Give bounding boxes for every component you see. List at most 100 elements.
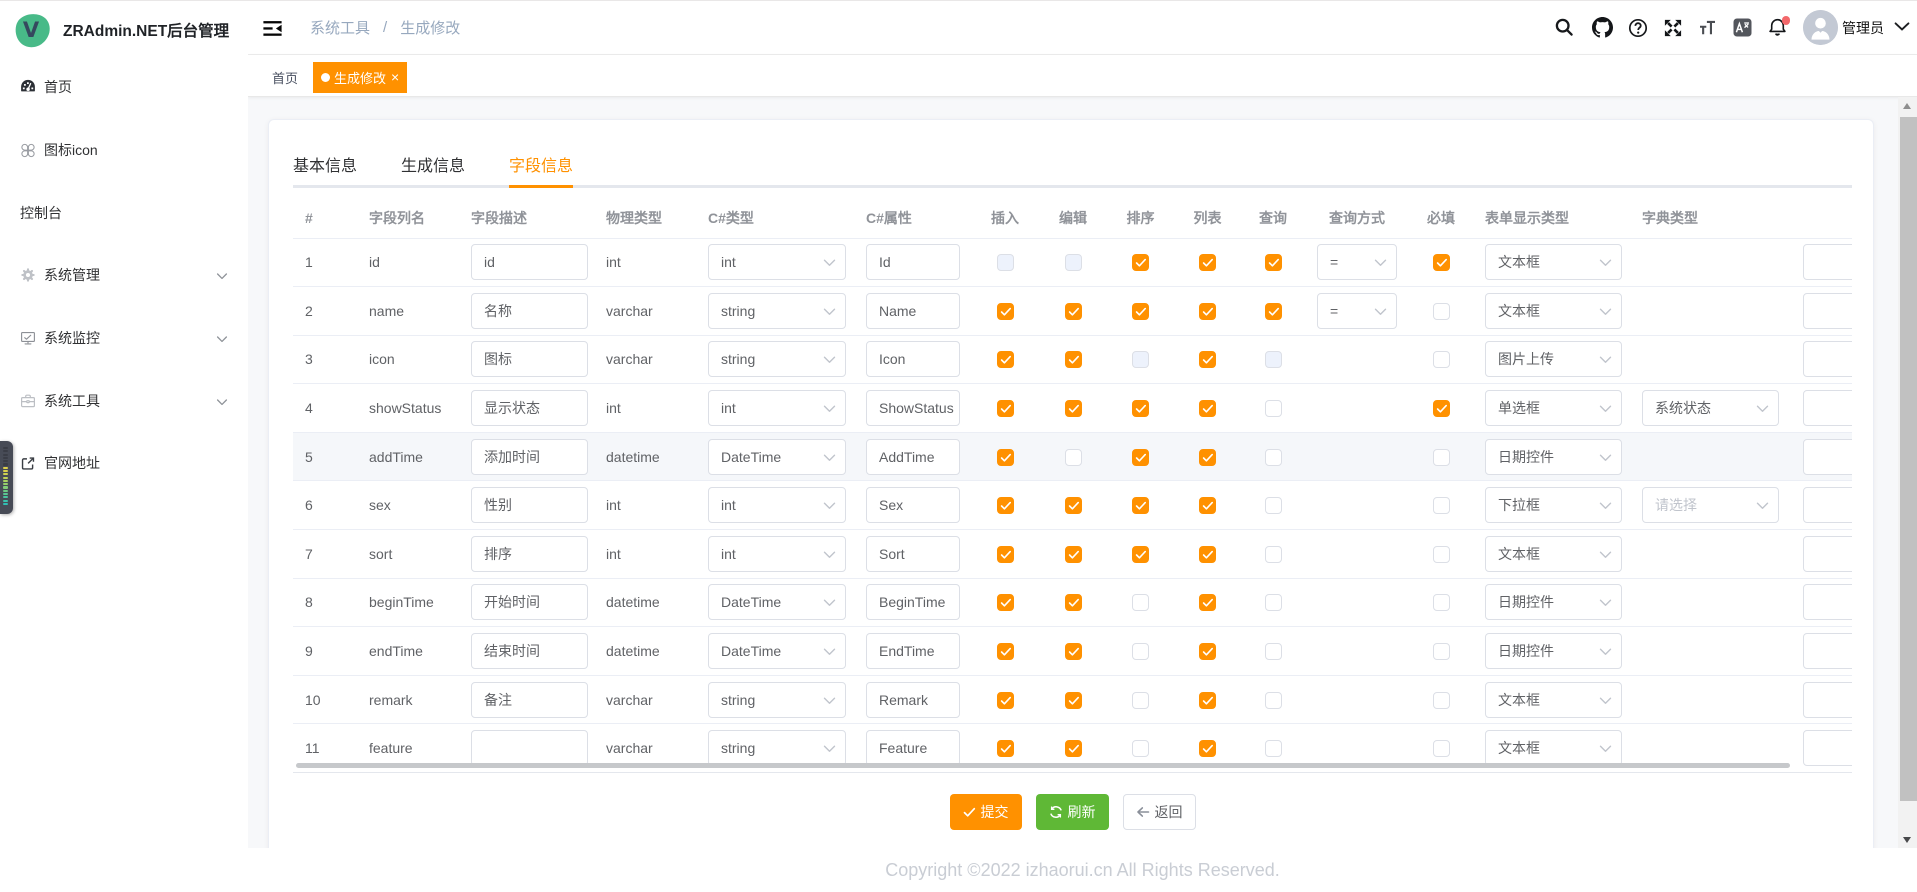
logo-row[interactable]: V ZRAdmin.NET后台管理	[0, 0, 248, 56]
help-icon[interactable]	[1620, 0, 1655, 55]
bell-icon[interactable]	[1760, 0, 1795, 55]
field-desc-input[interactable]: 图标	[471, 341, 588, 377]
insert-checkbox[interactable]	[997, 400, 1014, 417]
csharp-attr-input[interactable]: Icon	[866, 341, 960, 377]
csharp-type-select[interactable]: int	[708, 244, 846, 280]
sidebar-item-external-link[interactable]: 官网地址	[0, 432, 248, 495]
sort-checkbox[interactable]	[1132, 740, 1149, 757]
browser-extension-equalizer-widget[interactable]	[0, 441, 13, 514]
edit-checkbox[interactable]	[1065, 303, 1082, 320]
query-checkbox[interactable]	[1265, 546, 1282, 563]
edit-checkbox[interactable]	[1065, 400, 1082, 417]
remark-input[interactable]	[1803, 682, 1852, 718]
remark-input[interactable]	[1803, 293, 1852, 329]
vertical-scrollbar-thumb[interactable]	[1900, 117, 1917, 801]
list-checkbox[interactable]	[1199, 303, 1216, 320]
field-desc-input[interactable]: 备注	[471, 682, 588, 718]
query-type-select[interactable]: =	[1317, 293, 1397, 329]
translate-icon[interactable]	[1725, 0, 1760, 55]
remark-input[interactable]	[1803, 341, 1852, 377]
sort-checkbox[interactable]	[1132, 643, 1149, 660]
field-desc-input[interactable]: 排序	[471, 536, 588, 572]
field-desc-input[interactable]: 结束时间	[471, 633, 588, 669]
insert-checkbox[interactable]	[997, 546, 1014, 563]
list-checkbox[interactable]	[1199, 449, 1216, 466]
form-display-select[interactable]: 日期控件	[1485, 633, 1622, 669]
required-checkbox[interactable]	[1433, 400, 1450, 417]
form-display-select[interactable]: 下拉框	[1485, 487, 1622, 523]
avatar[interactable]	[1803, 10, 1838, 45]
edit-checkbox[interactable]	[1065, 546, 1082, 563]
required-checkbox[interactable]	[1433, 643, 1450, 660]
required-checkbox[interactable]	[1433, 594, 1450, 611]
list-checkbox[interactable]	[1199, 740, 1216, 757]
sidebar-item-gear[interactable]: 系统管理	[0, 244, 248, 307]
list-checkbox[interactable]	[1199, 351, 1216, 368]
csharp-type-select[interactable]: DateTime	[708, 584, 846, 620]
field-desc-input[interactable]: id	[471, 244, 588, 280]
form-display-select[interactable]: 单选框	[1485, 390, 1622, 426]
list-checkbox[interactable]	[1199, 594, 1216, 611]
query-checkbox[interactable]	[1265, 594, 1282, 611]
form-display-select[interactable]: 文本框	[1485, 293, 1622, 329]
csharp-attr-input[interactable]: Feature	[866, 730, 960, 766]
insert-checkbox[interactable]	[997, 254, 1014, 271]
query-checkbox[interactable]	[1265, 740, 1282, 757]
insert-checkbox[interactable]	[997, 303, 1014, 320]
field-desc-input[interactable]	[471, 730, 588, 766]
sort-checkbox[interactable]	[1132, 594, 1149, 611]
insert-checkbox[interactable]	[997, 449, 1014, 466]
field-desc-input[interactable]: 名称	[471, 293, 588, 329]
form-display-select[interactable]: 图片上传	[1485, 341, 1622, 377]
remark-input[interactable]	[1803, 244, 1852, 280]
breadcrumb-item[interactable]: 系统工具	[310, 17, 370, 38]
tag-active[interactable]: 生成修改 ×	[313, 62, 407, 93]
tab-生成信息[interactable]: 生成信息	[401, 157, 465, 176]
sidebar-item-petals[interactable]: 图标icon	[0, 119, 248, 182]
required-checkbox[interactable]	[1433, 303, 1450, 320]
chevron-down-icon[interactable]	[1894, 19, 1910, 39]
csharp-type-select[interactable]: int	[708, 390, 846, 426]
csharp-attr-input[interactable]: BeginTime	[866, 584, 960, 620]
dict-type-select[interactable]: 系统状态	[1642, 390, 1779, 426]
remark-input[interactable]	[1803, 390, 1852, 426]
sidebar-item-dashboard[interactable]: 首页	[0, 56, 248, 119]
csharp-type-select[interactable]: int	[708, 487, 846, 523]
edit-checkbox[interactable]	[1065, 254, 1082, 271]
github-icon[interactable]	[1585, 0, 1620, 55]
list-checkbox[interactable]	[1199, 497, 1216, 514]
sidebar-fold-icon[interactable]	[263, 19, 282, 38]
required-checkbox[interactable]	[1433, 497, 1450, 514]
insert-checkbox[interactable]	[997, 643, 1014, 660]
form-display-select[interactable]: 文本框	[1485, 682, 1622, 718]
query-checkbox[interactable]	[1265, 400, 1282, 417]
edit-checkbox[interactable]	[1065, 351, 1082, 368]
remark-input[interactable]	[1803, 439, 1852, 475]
tag-home[interactable]: 首页	[272, 62, 298, 93]
remark-input[interactable]	[1803, 730, 1852, 766]
form-display-select[interactable]: 文本框	[1485, 244, 1622, 280]
insert-checkbox[interactable]	[997, 692, 1014, 709]
query-checkbox[interactable]	[1265, 351, 1282, 368]
edit-checkbox[interactable]	[1065, 497, 1082, 514]
list-checkbox[interactable]	[1199, 692, 1216, 709]
edit-checkbox[interactable]	[1065, 643, 1082, 660]
csharp-type-select[interactable]: string	[708, 682, 846, 718]
vertical-scrollbar[interactable]	[1898, 97, 1917, 848]
sidebar-item-toolbox[interactable]: 系统工具	[0, 369, 248, 432]
query-type-select[interactable]: =	[1317, 244, 1397, 280]
required-checkbox[interactable]	[1433, 254, 1450, 271]
list-checkbox[interactable]	[1199, 546, 1216, 563]
csharp-type-select[interactable]: string	[708, 730, 846, 766]
remark-input[interactable]	[1803, 584, 1852, 620]
search-icon[interactable]	[1547, 0, 1582, 55]
query-checkbox[interactable]	[1265, 254, 1282, 271]
dict-type-select[interactable]: 请选择	[1642, 487, 1779, 523]
form-display-select[interactable]: 文本框	[1485, 536, 1622, 572]
insert-checkbox[interactable]	[997, 594, 1014, 611]
csharp-type-select[interactable]: DateTime	[708, 439, 846, 475]
query-checkbox[interactable]	[1265, 497, 1282, 514]
text-size-icon[interactable]	[1690, 0, 1725, 55]
sidebar-item-monitor[interactable]: 系统监控	[0, 307, 248, 370]
remark-input[interactable]	[1803, 536, 1852, 572]
